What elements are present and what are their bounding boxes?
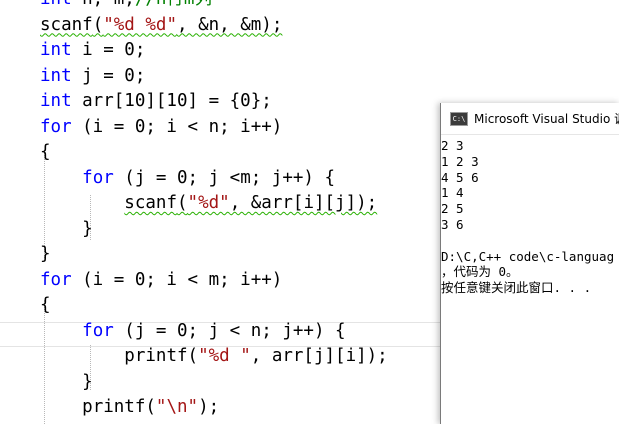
code-text: { [40, 295, 51, 315]
code-text: (i = 0; i < n; i++) [71, 116, 283, 137]
code-text: , &n, &m); [177, 14, 283, 35]
code-comment: //n行m列 [135, 0, 212, 9]
function-call: scanf("%d %d", &n, &m); [40, 15, 282, 35]
keyword: int [40, 0, 72, 9]
code-line[interactable]: } [40, 217, 93, 242]
code-line[interactable]: scanf("%d %d", &n, &m); [40, 13, 282, 38]
keyword: int [40, 91, 72, 111]
console-output-line: 3 6 [441, 217, 464, 232]
code-text: { [40, 142, 51, 162]
console-output-line: 2 3 [441, 138, 464, 153]
code-text: } [82, 218, 93, 239]
keyword: int [40, 65, 72, 86]
string-literal: "%d " [198, 346, 251, 366]
code-line[interactable]: for (j = 0; j <m; j++) { [40, 166, 335, 191]
string-literal: "\n" [155, 397, 199, 417]
code-punct: ( [92, 14, 104, 35]
code-line[interactable]: int arr[10][10] = {0}; [40, 89, 272, 114]
code-text: (j = 0; j <m; j++) { [113, 167, 336, 188]
function-call: printf("%d ", arr[j][i]); [124, 346, 387, 366]
code-text: ); [198, 397, 220, 417]
code-line[interactable]: { [40, 293, 51, 318]
code-text: , arr[j][i]); [250, 346, 388, 366]
string-literal: "%d %d" [103, 14, 177, 35]
console-output-line: 按任意键关闭此窗口. . . [441, 280, 592, 296]
keyword: for [82, 167, 114, 188]
code-line[interactable]: for (i = 0; i < n; i++) [40, 115, 282, 140]
keyword: for [82, 320, 114, 341]
code-line[interactable]: scanf("%d", &arr[i][j]); [40, 191, 377, 216]
code-line[interactable]: int n, m;//n行m列 [40, 0, 212, 12]
keyword: int [40, 40, 72, 60]
code-text: i = 0; [71, 40, 146, 60]
code-text: (j = 0; j < n; j++) { [113, 320, 346, 341]
code-line[interactable]: printf("%d ", arr[j][i]); [40, 344, 387, 369]
code-text: } [40, 244, 51, 264]
keyword: for [40, 269, 72, 290]
console-output-line: D:\C,C++ code\c-languag [441, 248, 615, 264]
code-line[interactable]: } [40, 242, 51, 267]
console-output-line: 2 5 [441, 201, 464, 217]
code-line[interactable]: printf("\n"); [40, 395, 219, 420]
function-name: printf [82, 397, 146, 417]
keyword: for [40, 116, 72, 137]
code-line[interactable]: for (i = 0; i < m; i++) [40, 268, 282, 293]
code-punct: ( [145, 397, 156, 417]
function-call: printf("\n"); [82, 397, 219, 417]
code-line[interactable]: } [40, 370, 93, 395]
string-literal: "%d" [187, 193, 230, 213]
code-line[interactable]: int i = 0; [40, 38, 145, 63]
console-title-bar[interactable]: C:\ Microsoft Visual Studio 调 [441, 103, 619, 135]
console-output-line: 1 4 [441, 185, 464, 201]
function-name: scanf [40, 14, 93, 35]
function-name: printf [124, 346, 188, 366]
debug-console-window[interactable]: C:\ Microsoft Visual Studio 调 2 31 2 34 … [440, 103, 619, 424]
function-call: scanf("%d", &arr[i][j]); [124, 193, 377, 213]
code-text: } [82, 371, 93, 392]
code-punct: ( [176, 193, 188, 213]
console-output-line: ，代码为 0。 [441, 264, 519, 280]
console-title: Microsoft Visual Studio 调 [474, 112, 619, 126]
console-app-icon: C:\ [450, 111, 468, 126]
function-name: scanf [124, 193, 177, 213]
code-text: n, m; [72, 0, 135, 9]
console-output-line: 4 5 6 [441, 169, 479, 185]
code-line[interactable]: { [40, 140, 51, 165]
console-output-line: 1 2 3 [441, 153, 479, 169]
code-punct: ( [187, 346, 199, 366]
code-line[interactable]: for (j = 0; j < n; j++) { [40, 319, 346, 344]
code-line[interactable]: int j = 0; [40, 64, 145, 89]
code-text: j = 0; [71, 65, 146, 86]
code-text: arr[10][10] = {0}; [71, 91, 272, 111]
code-text: , &arr[i][j]); [229, 193, 378, 213]
code-text: (i = 0; i < m; i++) [71, 269, 283, 290]
